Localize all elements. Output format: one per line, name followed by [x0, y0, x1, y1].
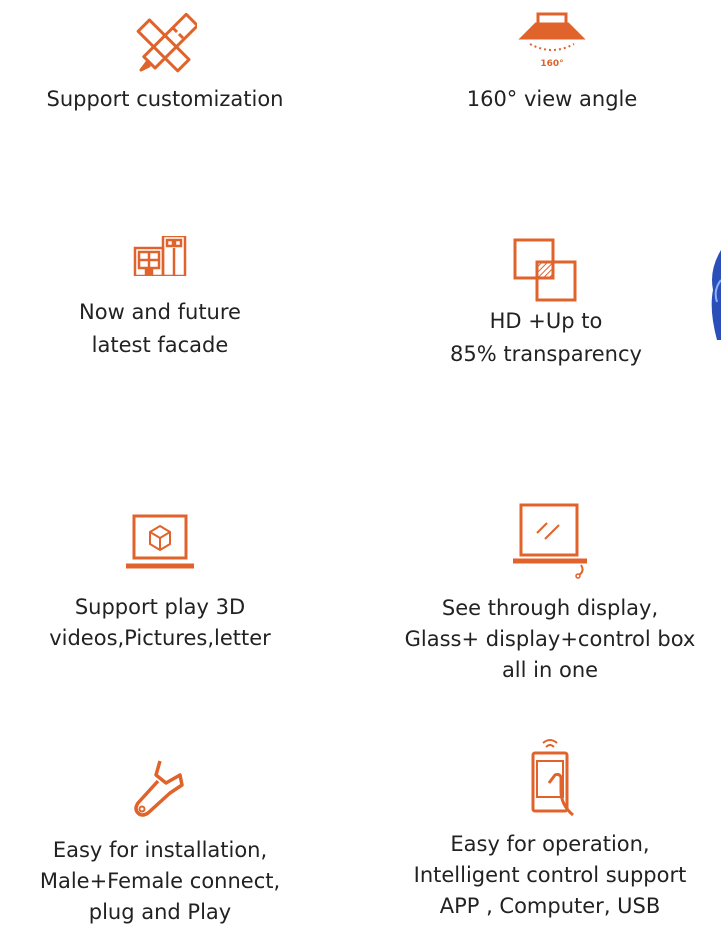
feature-label-line-2: Intelligent control support — [413, 863, 687, 887]
feature-label-line-3: all in one — [501, 658, 599, 682]
phone-control-icon — [531, 739, 574, 817]
feature-label-line-2: Glass+ display+control box — [404, 627, 696, 651]
feature-installation: Easy for installation, Male+Female conne… — [0, 757, 330, 926]
feature-label-line-2: latest facade — [91, 333, 229, 357]
feature-see-through: See through display, Glass+ display+cont… — [380, 503, 720, 684]
feature-facade: Now and future latest facade — [0, 236, 330, 359]
feature-label: 160° view angle — [466, 87, 638, 111]
feature-customization: Support customization — [0, 12, 335, 113]
feature-operation: Easy for operation, Intelligent control … — [380, 735, 720, 920]
view-angle-icon: 160° — [518, 12, 586, 69]
feature-label-line-2: videos,Pictures,letter — [49, 626, 271, 650]
feature-label-line-3: APP , Computer, USB — [439, 894, 661, 918]
3d-laptop-icon — [126, 514, 194, 569]
feature-label-line-2: Male+Female connect, — [39, 869, 281, 893]
feature-label-line-1: Support play 3D — [74, 595, 246, 619]
feature-label-line-3: plug and Play — [88, 900, 232, 924]
wrench-icon — [134, 760, 184, 817]
feature-label-line-1: HD +Up to — [489, 309, 603, 333]
angle-text: 160° — [540, 59, 563, 69]
decorative-edge-graphic — [711, 250, 721, 340]
building-facade-icon — [133, 236, 187, 276]
feature-label-line-1: Now and future — [79, 300, 241, 324]
pencil-ruler-icon — [136, 12, 197, 73]
feature-label-line-2: 85% transparency — [450, 342, 642, 366]
feature-transparency: HD +Up to 85% transparency — [376, 236, 716, 368]
feature-label-line-1: Easy for installation, — [52, 838, 268, 862]
feature-3d-play: Support play 3D videos,Pictures,letter — [0, 512, 330, 652]
feature-label: Support customization — [46, 87, 284, 111]
transparency-icon — [513, 238, 577, 302]
see-through-display-icon — [513, 503, 587, 579]
feature-label-line-1: Easy for operation, — [450, 832, 650, 856]
feature-view-angle: 160° 160° view angle — [382, 12, 721, 113]
feature-label-line-1: See through display, — [441, 596, 659, 620]
